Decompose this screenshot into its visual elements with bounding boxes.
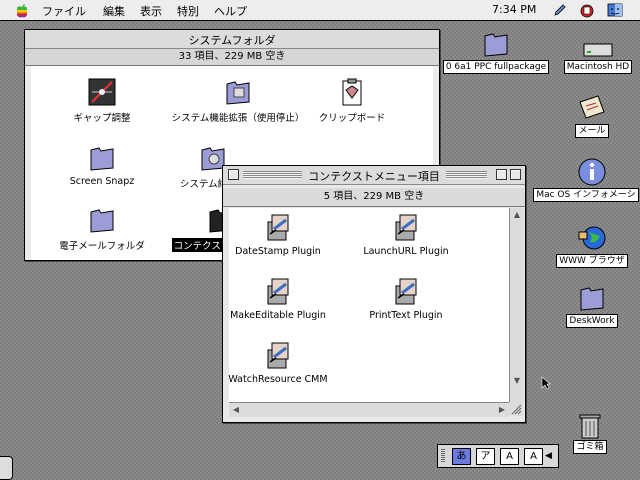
menu-view[interactable]: 表示 (140, 3, 162, 19)
system-folder-info: 33 項目、229 MB 空き (25, 49, 439, 66)
plugin-item[interactable]: LaunchURL Plugin (351, 212, 461, 257)
plugin-icon (267, 342, 289, 369)
info-icon (578, 158, 606, 186)
system-folder-item[interactable]: 電子メールフォルダ (47, 204, 157, 252)
globe-icon (578, 226, 606, 250)
horizontal-scrollbar[interactable]: ◀ ▶ (229, 402, 509, 417)
plugin-item[interactable]: MakeEditable Plugin (223, 276, 333, 321)
menu-help[interactable]: ヘルプ (214, 3, 247, 19)
scroll-right-arrow[interactable]: ▶ (495, 403, 509, 417)
item-label: WatchResource CMM (228, 374, 328, 385)
context-menu-window[interactable]: コンテクストメニュー項目 5 項目、229 MB 空き DateStamp Pl… (222, 165, 526, 423)
menu-bar: ファイル 編集 表示 特別 ヘルプ 7:34 PM (0, 0, 640, 21)
context-menu-info: 5 項目、229 MB 空き (223, 188, 525, 207)
palette-katakana-button[interactable]: ア (476, 448, 495, 465)
plugin-icon (267, 214, 289, 241)
palette-drag-handle[interactable] (441, 449, 445, 463)
desktop-icon-label: メール (575, 124, 609, 138)
plugin-icon (395, 278, 417, 305)
desktop-icon-package[interactable]: 0 6a1 PPC fullpackage (440, 28, 552, 74)
collapse-box[interactable] (510, 169, 521, 180)
item-label: システム機能拡張（使用停止） (171, 113, 305, 124)
item-label: PrintText Plugin (369, 310, 443, 321)
app-switcher-icon[interactable] (579, 2, 595, 18)
desktop-icon-macintosh-hd[interactable]: Macintosh HD (556, 40, 640, 74)
desktop-icon-label: ゴミ箱 (573, 440, 607, 454)
plugin-icon (395, 214, 417, 241)
desktop-icon-label: DeskWork (566, 314, 618, 328)
desktop-icon-trash[interactable]: ゴミ箱 (570, 412, 610, 454)
palette-alpha-button[interactable]: A (524, 448, 543, 465)
scroll-down-arrow[interactable]: ▼ (510, 374, 524, 388)
desktop-icon-mac-os-info[interactable]: Mac OS インフォメーシ (532, 156, 640, 202)
item-label: 電子メールフォルダ (59, 241, 145, 252)
clipboard-icon (342, 78, 362, 106)
item-label: Screen Snapz (69, 176, 135, 187)
folder-icon (226, 81, 250, 105)
palette-collapse-arrow[interactable]: ◀ (545, 451, 552, 461)
finder-icon[interactable] (607, 2, 623, 18)
item-label: ギャップ調整 (73, 113, 131, 124)
folder-icon (580, 287, 604, 311)
apple-menu-icon[interactable] (14, 2, 30, 18)
window-title: システムフォルダ (182, 34, 282, 47)
control-strip-tab[interactable] (0, 456, 13, 480)
palette-hiragana-button[interactable]: あ (452, 448, 471, 465)
desktop-icon-label: Mac OS インフォメーシ (533, 188, 639, 202)
control-panel-icon (88, 78, 116, 106)
hard-disk-icon (583, 43, 613, 57)
item-label: クリップボード (318, 113, 386, 124)
mouse-cursor-icon (541, 376, 551, 390)
desktop-icon-label: Macintosh HD (563, 60, 633, 74)
pencil-icon[interactable] (552, 2, 568, 18)
item-label: MakeEditable Plugin (230, 310, 326, 321)
palette-fullwidth-alpha-button[interactable]: A (500, 448, 519, 465)
folder-icon (90, 209, 114, 233)
plugin-icon (267, 278, 289, 305)
scroll-left-arrow[interactable]: ◀ (229, 403, 243, 417)
system-folder-item[interactable]: クリップボード (297, 76, 407, 124)
menu-clock[interactable]: 7:34 PM (492, 3, 536, 16)
desktop-icon-www-browser[interactable]: WWW ブラウザ (550, 222, 634, 268)
window-title: コンテクストメニュー項目 (302, 170, 446, 183)
menu-special[interactable]: 特別 (177, 3, 199, 19)
menu-file[interactable]: ファイル (42, 3, 86, 19)
resize-grip-icon[interactable] (509, 402, 523, 416)
desktop-icon-deskwork[interactable]: DeskWork (564, 282, 620, 328)
folder-icon (90, 147, 114, 171)
mail-icon (579, 95, 605, 119)
folder-icon (484, 33, 508, 57)
desktop-icon-label: 0 6a1 PPC fullpackage (442, 60, 550, 74)
input-method-palette[interactable]: あ ア A A ◀ (437, 444, 559, 468)
system-folder-item[interactable]: システム機能拡張（使用停止） (163, 76, 313, 124)
plugin-item[interactable]: WatchResource CMM (223, 340, 333, 385)
plugin-item[interactable]: PrintText Plugin (351, 276, 461, 321)
scroll-up-arrow[interactable]: ▲ (510, 208, 524, 222)
item-label: DateStamp Plugin (235, 246, 321, 257)
system-folder-item[interactable]: ギャップ調整 (47, 76, 157, 124)
system-folder-item[interactable]: Screen Snapz (47, 142, 157, 187)
vertical-scrollbar[interactable]: ▲ ▼ (509, 208, 524, 402)
desktop-icon-mail[interactable]: メール (568, 92, 616, 138)
menu-edit[interactable]: 編集 (103, 3, 125, 19)
trash-icon (579, 414, 601, 439)
zoom-box[interactable] (496, 169, 507, 180)
desktop-icon-label: WWW ブラウザ (556, 254, 628, 268)
plugin-item[interactable]: DateStamp Plugin (223, 212, 333, 257)
context-menu-titlebar[interactable]: コンテクストメニュー項目 (223, 166, 525, 185)
item-label: LaunchURL Plugin (363, 246, 449, 257)
system-folder-titlebar[interactable]: システムフォルダ (25, 30, 439, 49)
context-menu-content: DateStamp Plugin LaunchURL Plugin MakeEd… (228, 208, 509, 402)
